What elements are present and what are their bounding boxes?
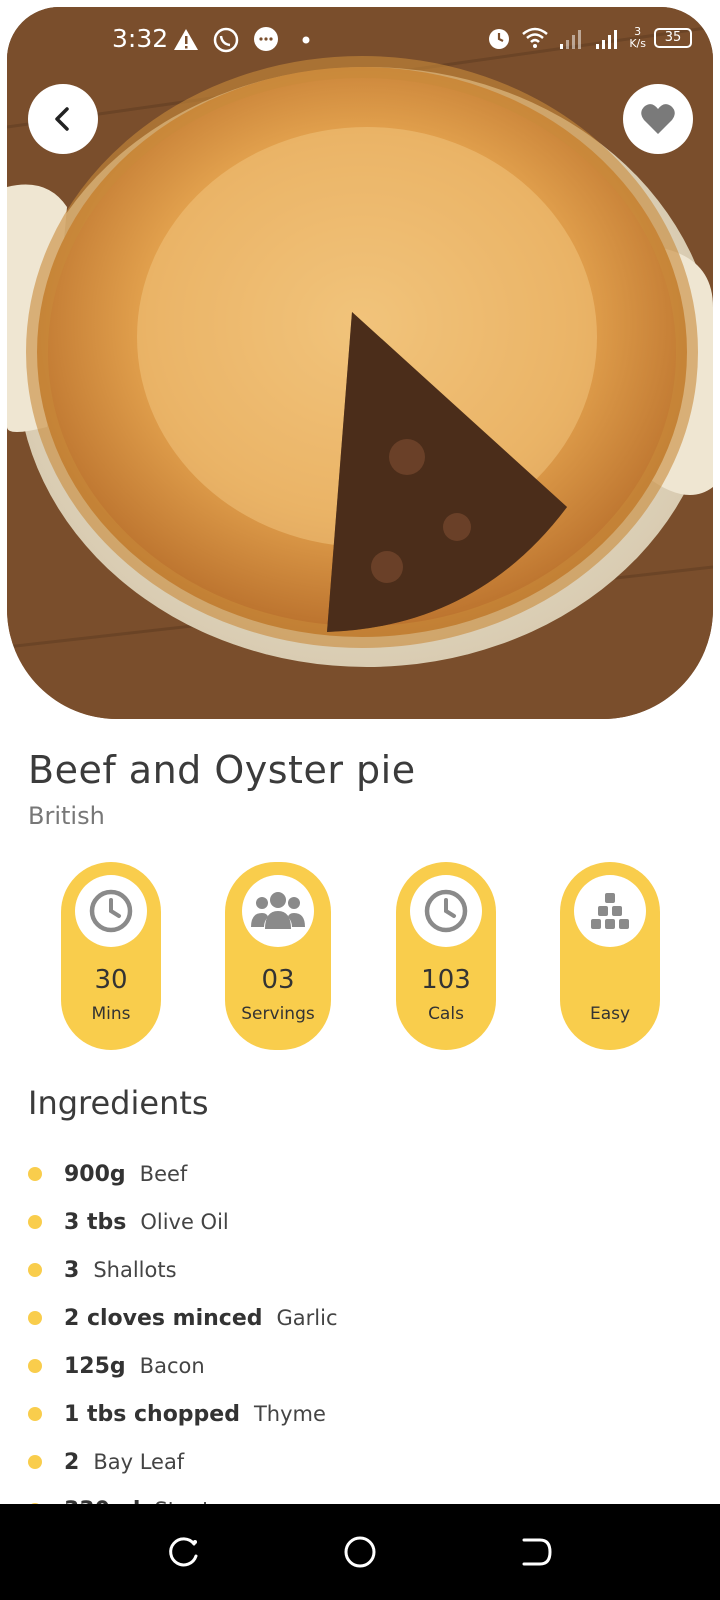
stat-unit: Servings [241,1004,315,1024]
ingredient-name: Thyme [253,1402,326,1426]
ingredient-name: Bay Leaf [93,1450,185,1474]
warning-icon [174,29,198,50]
ingredient-name: Garlic [276,1306,338,1330]
home-button[interactable] [342,1534,378,1570]
ingredient-quantity: 3 tbs [64,1209,127,1235]
ingredient-name: Shallots [93,1258,177,1282]
bullet-icon [28,1311,42,1325]
bullet-icon [28,1215,42,1229]
battery-indicator: 35 [654,28,692,48]
chevron-left-icon [55,107,69,131]
ingredient-item: 330ml Stout [28,1486,708,1506]
ingredient-quantity: 3 [64,1257,80,1283]
ingredient-name: Olive Oil [140,1210,229,1234]
bullet-icon [28,1167,42,1181]
ingredient-quantity: 1 tbs chopped [64,1401,240,1427]
signal-weak-icon [560,30,582,49]
stat-servings: 03 Servings [225,862,331,1050]
cubes-icon [591,893,629,929]
stat-unit: Easy [589,1004,631,1024]
bullet-icon [28,1455,42,1469]
clock-icon [89,889,133,933]
network-speed: 3 K/s [629,26,646,50]
bullet-icon [28,1359,42,1373]
users-icon [251,892,305,929]
nav-back-button[interactable] [518,1534,554,1570]
stat-value: 103 [421,965,471,995]
stat-value: 03 [261,965,295,995]
ingredients-list[interactable]: 900g Beef 3 tbs Olive Oil 3 Shallots 2 c… [28,1150,708,1506]
ingredient-item: 3 Shallots [28,1246,708,1294]
network-speed-unit: K/s [629,37,646,50]
stat-difficulty: Easy [560,862,660,1050]
heart-icon [641,104,675,134]
ingredient-name: Beef [139,1162,188,1186]
ingredients-heading: Ingredients [28,1084,209,1122]
recent-apps-button[interactable] [166,1534,202,1570]
favorite-button[interactable] [623,84,693,154]
stat-time: 30 Mins [61,862,161,1050]
status-bar: 3:32 3 K/s 35 [0,20,720,60]
stat-value: 30 [94,965,128,995]
back-button[interactable] [28,84,98,154]
ingredient-name: Bacon [139,1354,205,1378]
recipe-title: Beef and Oyster pie [28,748,416,792]
ingredient-item: 900g Beef [28,1150,708,1198]
system-navigation-bar [0,1504,720,1600]
ingredient-quantity: 900g [64,1161,126,1187]
recipe-hero-image [7,7,713,719]
ingredient-item: 2 cloves minced Garlic [28,1294,708,1342]
whatsapp-icon [213,27,239,53]
bullet-icon [28,1407,42,1421]
notification-dot-icon [302,36,310,44]
ingredient-item: 2 Bay Leaf [28,1438,708,1486]
pie-photo [7,7,713,719]
wifi-icon [522,27,549,48]
ingredient-quantity: 2 cloves minced [64,1305,263,1331]
ingredient-item: 125g Bacon [28,1342,708,1390]
status-time: 3:32 [112,24,169,53]
signal-icon [596,30,618,49]
ingredient-item: 1 tbs chopped Thyme [28,1390,708,1438]
ingredient-quantity: 125g [64,1353,126,1379]
alarm-icon [489,29,510,49]
ingredient-item: 3 tbs Olive Oil [28,1198,708,1246]
stat-unit: Cals [428,1004,464,1024]
ingredient-quantity: 2 [64,1449,80,1475]
bullet-icon [28,1263,42,1277]
clock-icon [424,889,468,933]
stat-calories: 103 Cals [396,862,496,1050]
stat-unit: Mins [91,1004,131,1024]
recipe-cuisine: British [28,802,105,830]
message-icon [254,27,278,51]
